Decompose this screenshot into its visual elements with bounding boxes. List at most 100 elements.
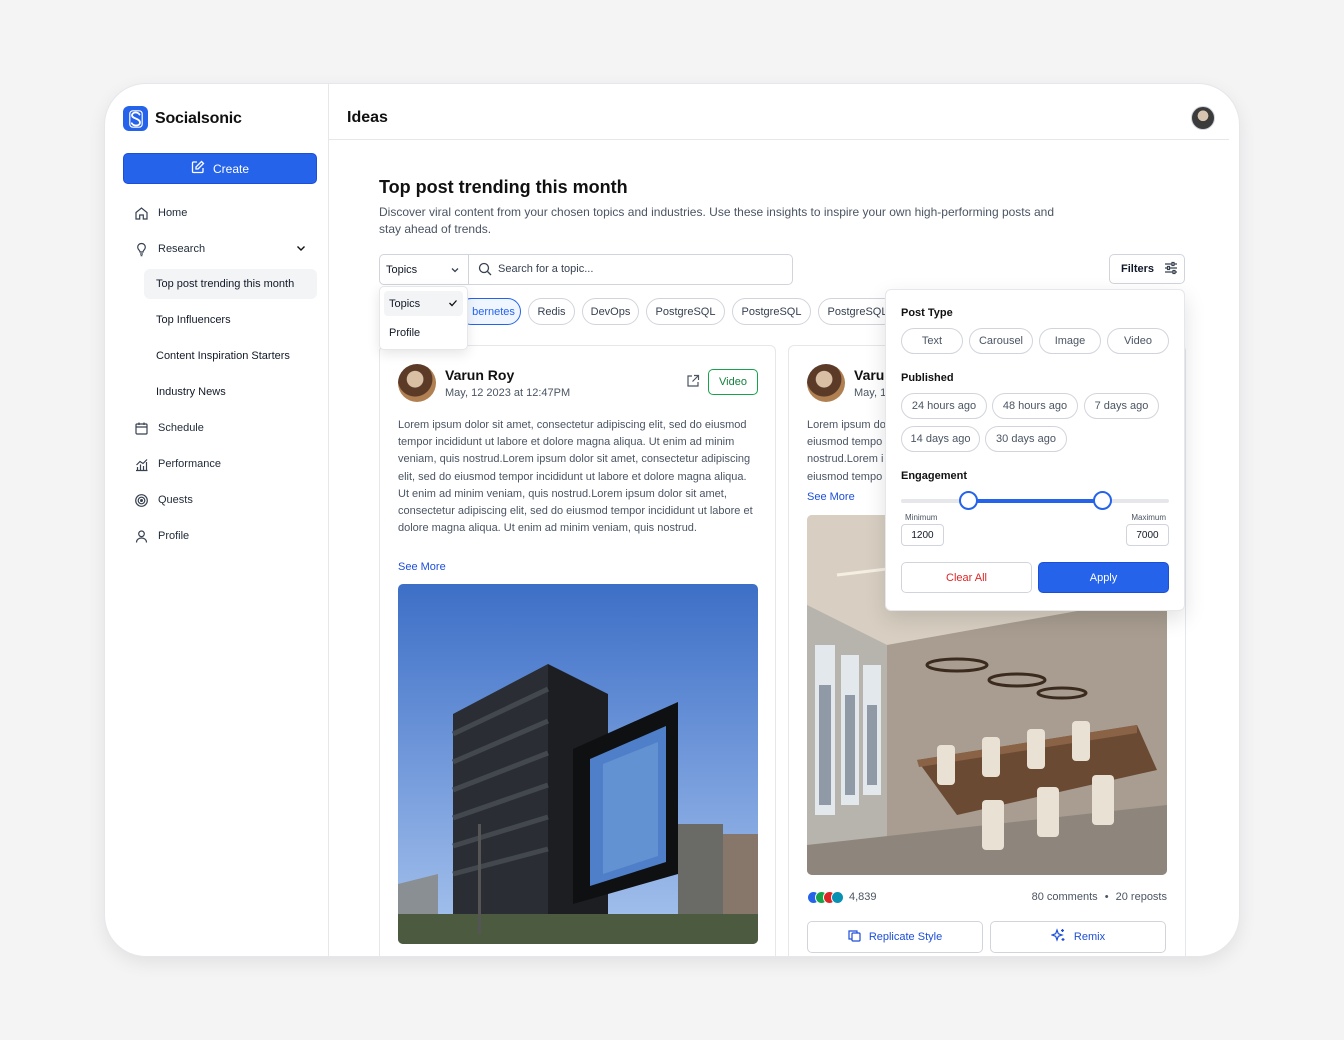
engagement-slider[interactable] <box>901 491 1169 510</box>
reactions-icons <box>807 891 844 904</box>
published-label: Published <box>901 372 954 384</box>
sidebar: Socialsonic Create Home Research Top pos… <box>105 84 329 956</box>
comments-reposts: 80 comments • 20 reposts <box>1032 891 1167 903</box>
filters-button[interactable]: Filters <box>1109 254 1185 284</box>
external-link-icon[interactable] <box>686 374 700 393</box>
sidebar-subitem-label: Top Influencers <box>156 314 231 326</box>
target-icon <box>133 492 149 508</box>
sidebar-subitem-industry-news[interactable]: Industry News <box>144 377 317 407</box>
chip-label: 14 days ago <box>910 433 971 445</box>
sidebar-item-label: Quests <box>158 494 193 506</box>
topic-tags: bernetes Redis DevOps PostgreSQL Postgre… <box>467 298 889 325</box>
chip-14-days[interactable]: 14 days ago <box>901 426 980 452</box>
sidebar-subitem-content-inspiration[interactable]: Content Inspiration Starters <box>144 341 317 371</box>
lightbulb-icon <box>133 241 149 257</box>
calendar-icon <box>133 420 149 436</box>
avatar[interactable] <box>1191 106 1215 130</box>
chip-label: Carousel <box>978 335 1024 347</box>
see-more-link[interactable]: See More <box>807 491 855 503</box>
sidebar-item-profile[interactable]: Profile <box>123 521 317 551</box>
chip-48-hours[interactable]: 48 hours ago <box>992 393 1078 419</box>
post-date: May, 12 2023 at 12:47PM <box>445 387 571 399</box>
filters-label: Filters <box>1121 263 1155 275</box>
sidebar-item-research[interactable]: Research <box>123 234 317 264</box>
tag-chip[interactable]: PostgreSQL <box>732 298 811 325</box>
copy-icon <box>848 929 861 945</box>
sidebar-item-home[interactable]: Home <box>123 198 317 228</box>
page-header-title: Ideas <box>347 109 388 126</box>
author-avatar[interactable] <box>807 364 845 402</box>
tag-label: bernetes <box>472 305 515 318</box>
sidebar-item-performance[interactable]: Performance <box>123 449 317 479</box>
author-avatar[interactable] <box>398 364 436 402</box>
chip-image[interactable]: Image <box>1039 328 1101 354</box>
reaction-count: 4,839 <box>849 891 877 903</box>
repost-count: 20 reposts <box>1115 891 1167 903</box>
sidebar-item-label: Performance <box>158 458 221 470</box>
comment-count: 80 comments <box>1031 891 1098 903</box>
sidebar-item-schedule[interactable]: Schedule <box>123 413 317 443</box>
maximum-label: Maximum <box>1131 513 1166 522</box>
dropdown-option-topics[interactable]: Topics <box>384 291 463 316</box>
create-button[interactable]: Create <box>123 153 317 184</box>
tag-label: DevOps <box>590 305 631 318</box>
topic-select[interactable]: Topics <box>380 255 469 284</box>
post-card: Varun Roy May, 12 2023 at 12:47PM Video … <box>379 345 776 956</box>
slider-min-handle[interactable] <box>958 491 978 510</box>
chip-24-hours[interactable]: 24 hours ago <box>901 393 987 419</box>
sidebar-item-label: Home <box>158 207 188 219</box>
sidebar-item-label: Profile <box>158 530 190 542</box>
brand[interactable]: Socialsonic <box>123 106 242 131</box>
sparkle-icon <box>1050 928 1066 946</box>
edit-icon <box>191 160 205 177</box>
chip-text[interactable]: Text <box>901 328 963 354</box>
page-description: Discover viral content from your chosen … <box>379 205 1054 236</box>
chevron-down-icon <box>450 265 460 278</box>
remix-button[interactable]: Remix <box>990 921 1166 953</box>
remix-label: Remix <box>1073 931 1106 943</box>
sidebar-item-quests[interactable]: Quests <box>123 485 317 515</box>
apply-button[interactable]: Apply <box>1038 562 1169 593</box>
chip-video[interactable]: Video <box>1107 328 1169 354</box>
sidebar-subitem-top-post[interactable]: Top post trending this month <box>144 269 317 299</box>
sidebar-subitem-top-influencers[interactable]: Top Influencers <box>144 305 317 335</box>
author-name: Varun Roy <box>445 367 515 383</box>
tag-chip[interactable]: DevOps <box>582 298 639 325</box>
post-image-building[interactable] <box>398 584 758 944</box>
chip-label: Image <box>1054 335 1086 347</box>
tag-label: Redis <box>537 305 566 318</box>
post-type-label: Post Type <box>901 307 953 319</box>
post-body-line: Lorem ipsum do <box>807 419 886 431</box>
chip-7-days[interactable]: 7 days ago <box>1084 393 1159 419</box>
post-date: May, 1 <box>854 387 887 399</box>
see-more-link[interactable]: See More <box>398 561 446 573</box>
maximum-input[interactable]: 7000 <box>1126 524 1169 546</box>
chip-label: 30 days ago <box>996 433 1056 445</box>
minimum-input[interactable]: 1200 <box>901 524 944 546</box>
top-header: Ideas <box>329 84 1229 140</box>
author-name: Varu <box>854 367 885 383</box>
chip-label: 48 hours ago <box>1002 400 1068 412</box>
replicate-style-button[interactable]: Replicate Style <box>807 921 983 953</box>
tag-chip[interactable]: PostgreSQL <box>818 298 889 325</box>
dropdown-option-profile[interactable]: Profile <box>384 320 463 345</box>
tag-chip[interactable]: Redis <box>528 298 575 325</box>
stats-separator: • <box>1104 891 1109 903</box>
chevron-down-icon[interactable] <box>295 242 307 257</box>
tag-chip[interactable]: bernetes <box>467 298 521 325</box>
home-icon <box>133 205 149 221</box>
tag-chip[interactable]: PostgreSQL <box>646 298 725 325</box>
create-label: Create <box>212 161 250 176</box>
chart-icon <box>133 456 149 472</box>
search-input[interactable] <box>498 259 778 279</box>
clear-all-button[interactable]: Clear All <box>901 562 1032 593</box>
page-title: Top post trending this month <box>379 177 628 197</box>
slider-max-handle[interactable] <box>1092 491 1112 510</box>
user-icon <box>133 528 149 544</box>
logo-icon <box>123 106 148 131</box>
tag-label: PostgreSQL <box>827 305 888 318</box>
chip-carousel[interactable]: Carousel <box>969 328 1033 354</box>
post-stats: 4,839 80 comments • 20 reposts <box>807 891 1167 907</box>
chip-30-days[interactable]: 30 days ago <box>985 426 1067 452</box>
post-body: Lorem ipsum do eiusmod tempo nostrud.Lor… <box>807 417 897 486</box>
